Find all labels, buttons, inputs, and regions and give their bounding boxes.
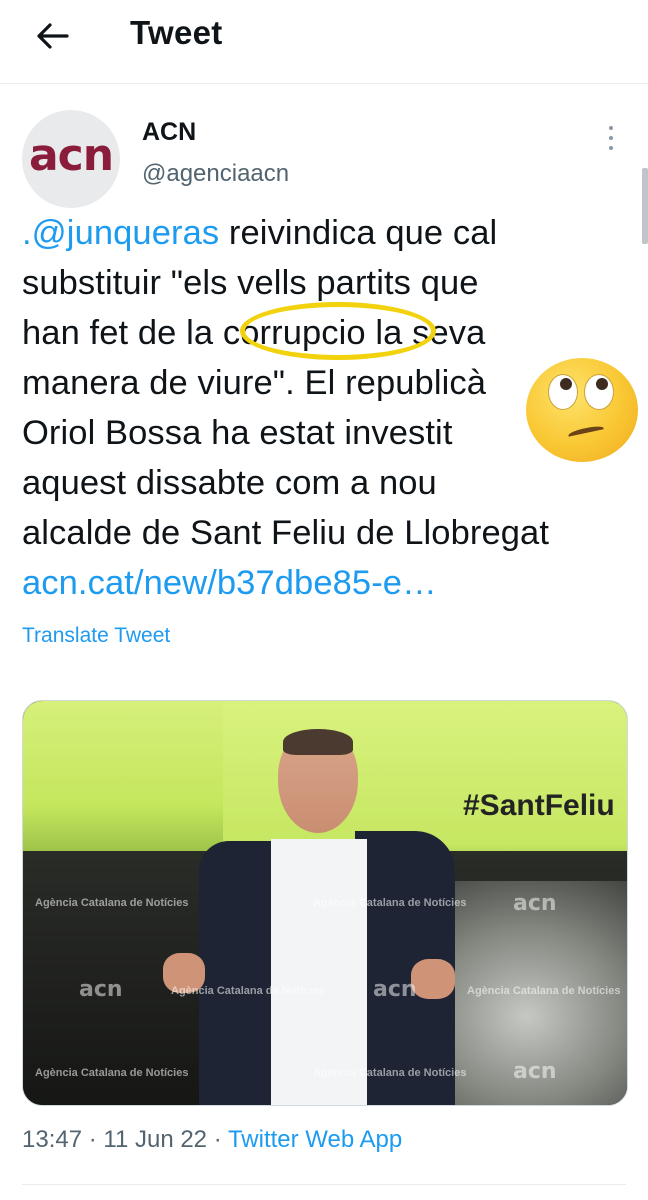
photo-person-shirt <box>271 839 367 1105</box>
page-title: Tweet <box>130 14 223 51</box>
photo-watermark-logo: acn <box>373 977 417 1002</box>
author-name[interactable]: ACN <box>142 118 196 147</box>
photo-watermark: Agència Catalana de Notícies <box>467 985 621 997</box>
photo-person-hand <box>411 959 455 999</box>
author-handle[interactable]: @agenciaacn <box>142 160 289 188</box>
tweet-line-text: la seva <box>365 314 486 352</box>
tweet-photo[interactable]: #SantFeliu Agència Catalana de Notícies … <box>22 700 628 1106</box>
arrow-left-icon <box>37 23 69 49</box>
tweet-date[interactable]: 11 Jun 22 <box>103 1126 207 1153</box>
emoji-pupil <box>596 378 608 390</box>
top-bar: Tweet <box>0 0 648 84</box>
article-link[interactable]: acn.cat/new/b37dbe85-e… <box>22 558 632 608</box>
more-dot-icon <box>609 126 613 130</box>
photo-watermark: Agència Catalana de Notícies <box>35 897 189 909</box>
more-dot-icon <box>609 146 613 150</box>
more-options-button[interactable] <box>596 118 626 158</box>
tweet-line: alcalde de Sant Feliu de Llobregat <box>22 514 550 552</box>
tweet-line-text: reivindica que cal <box>219 214 498 252</box>
tweet-metadata: 13:47 · 11 Jun 22 · Twitter Web App <box>22 1126 402 1154</box>
photo-watermark: Agència Catalana de Notícies <box>313 1067 467 1079</box>
avatar[interactable]: acn <box>22 110 120 208</box>
tweet-line: aquest dissabte com a nou <box>22 464 437 502</box>
meta-separator: · <box>207 1126 228 1153</box>
photo-hashtag: #SantFeliu <box>463 789 615 822</box>
scrollbar[interactable] <box>642 168 648 244</box>
photo-watermark: Agència Catalana de Notícies <box>171 985 325 997</box>
divider <box>22 1184 626 1185</box>
mention-link[interactable]: .@junqueras <box>22 214 219 252</box>
emoji-eye <box>548 374 578 410</box>
tweet-line-text: han fet de la <box>22 314 223 352</box>
emoji-mouth <box>567 424 605 440</box>
photo-watermark-logo: acn <box>79 977 123 1002</box>
meta-separator: · <box>82 1126 104 1153</box>
more-dot-icon <box>609 136 613 140</box>
tweet-line: han fet de la corrupcio la seva <box>22 308 632 358</box>
tweet-line: .@junqueras reivindica que cal <box>22 208 632 258</box>
photo-watermark-logo: acn <box>513 1059 557 1084</box>
photo-watermark-logo: acn <box>513 891 557 916</box>
emoji-eye <box>584 374 614 410</box>
tweet-time[interactable]: 13:47 <box>22 1126 82 1153</box>
photo-person-hair <box>283 729 353 755</box>
tweet-line: substituir "els vells partits que <box>22 264 479 302</box>
back-button[interactable] <box>28 16 76 56</box>
acn-logo: acn <box>28 130 114 181</box>
tweet-source-app[interactable]: Twitter Web App <box>228 1126 402 1153</box>
emoji-pupil <box>560 378 572 390</box>
photo-watermark: Agència Catalana de Notícies <box>313 897 467 909</box>
eye-roll-emoji-icon <box>526 358 638 462</box>
highlighted-word: corrupcio <box>222 314 366 352</box>
photo-watermark: Agència Catalana de Notícies <box>35 1067 189 1079</box>
translate-tweet-link[interactable]: Translate Tweet <box>22 624 170 648</box>
